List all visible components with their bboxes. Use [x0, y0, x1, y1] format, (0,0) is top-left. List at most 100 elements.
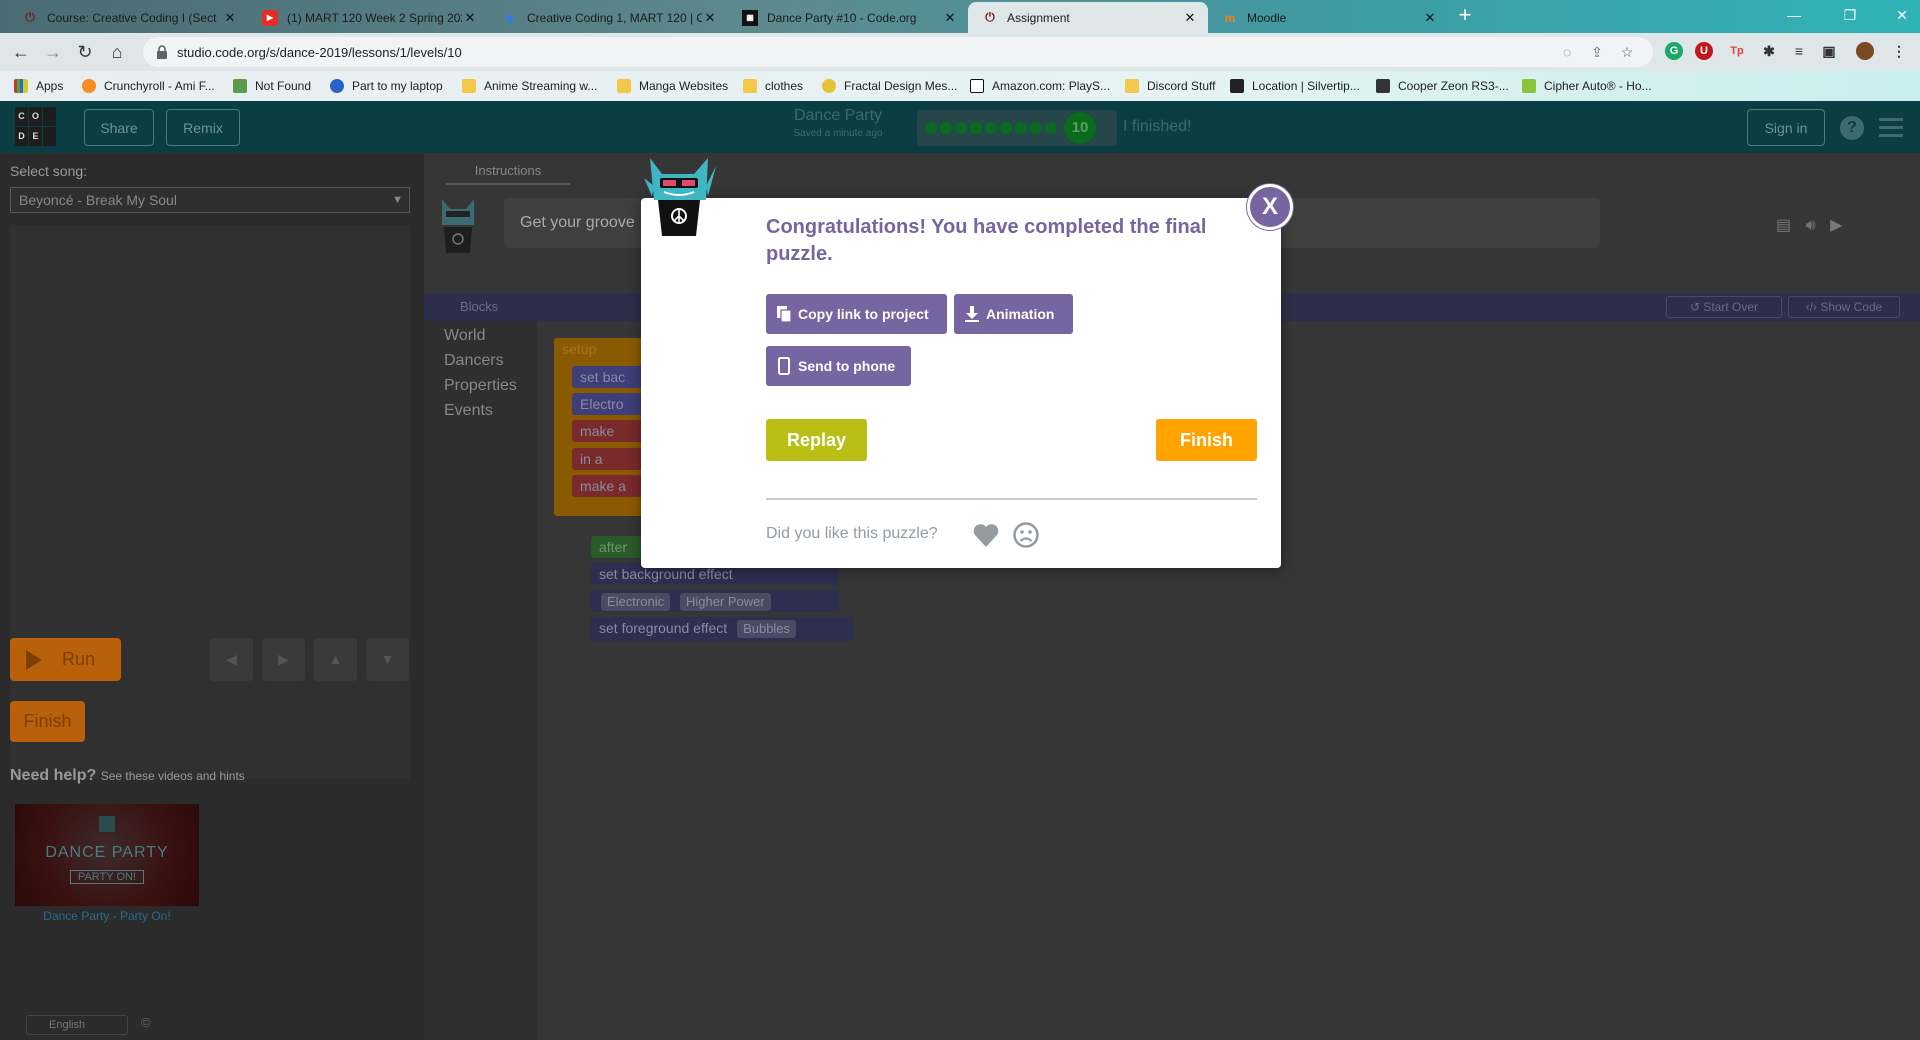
- reload-icon[interactable]: ↻: [74, 41, 96, 63]
- progress-dot[interactable]: [985, 122, 997, 134]
- bookmark-folder[interactable]: clothes: [743, 78, 803, 94]
- progress-dot[interactable]: [1000, 122, 1012, 134]
- category-world[interactable]: World: [444, 327, 486, 345]
- current-level-badge[interactable]: 10: [1064, 112, 1096, 144]
- help-icon[interactable]: ?: [1840, 116, 1864, 140]
- bookmark-item[interactable]: Amazon.com: PlayS...: [970, 78, 1110, 94]
- amazon-icon: [970, 79, 984, 93]
- bookmark-item[interactable]: Crunchyroll - Ami F...: [82, 78, 215, 94]
- effect-dropdown[interactable]: Higher Power: [679, 593, 771, 611]
- back-icon[interactable]: ←: [10, 41, 32, 63]
- url-field[interactable]: studio.code.org/s/dance-2019/lessons/1/l…: [143, 37, 1653, 67]
- bookmark-item[interactable]: Cooper Zeon RS3-...: [1376, 78, 1509, 94]
- progress-dot[interactable]: [955, 122, 967, 134]
- send-to-phone-button[interactable]: Send to phone: [766, 346, 911, 386]
- volume-icon[interactable]: 🔊︎: [1806, 217, 1816, 234]
- bookmark-apps[interactable]: Apps: [14, 78, 63, 94]
- bookmark-item[interactable]: Location | Silvertip...: [1230, 78, 1360, 94]
- progress-dot[interactable]: [1045, 122, 1057, 134]
- help-video-caption[interactable]: Dance Party - Party On!: [15, 909, 199, 923]
- bookmark-item[interactable]: Fractal Design Mes...: [822, 78, 957, 94]
- show-code-button[interactable]: ‹/› Show Code: [1788, 296, 1900, 318]
- bookmark-folder[interactable]: Anime Streaming w...: [462, 78, 597, 94]
- progress-dot[interactable]: [1015, 122, 1027, 134]
- new-tab-button[interactable]: +: [1455, 4, 1475, 26]
- foreground-dropdown[interactable]: Bubbles: [737, 620, 797, 638]
- adblock-icon[interactable]: U: [1695, 42, 1713, 60]
- tab-instructions[interactable]: Instructions: [446, 163, 570, 185]
- more-menu-icon[interactable]: ⋮: [1890, 42, 1908, 60]
- extension-tp-icon[interactable]: Tp: [1728, 42, 1746, 60]
- progress-dot[interactable]: [940, 122, 952, 134]
- frown-face-icon[interactable]: [1012, 521, 1040, 549]
- bookmark-folder[interactable]: Manga Websites: [617, 78, 728, 94]
- category-dancers[interactable]: Dancers: [444, 352, 504, 370]
- avatar[interactable]: [1856, 42, 1874, 60]
- play-icon[interactable]: ▶: [1830, 217, 1842, 234]
- code-icon: ‹/›: [1805, 300, 1821, 314]
- browser-tab[interactable]: ▶ (1) MART 120 Week 2 Spring 202 ✕: [248, 2, 488, 33]
- side-panel-icon[interactable]: ▣: [1820, 42, 1838, 60]
- run-button[interactable]: Run: [10, 638, 121, 681]
- restore-icon[interactable]: ❐: [1832, 4, 1868, 26]
- replay-button[interactable]: Replay: [766, 419, 867, 461]
- browser-tab[interactable]: ◆ Creative Coding 1, MART 120 | C ✕: [488, 2, 728, 33]
- set-foreground-effect-block[interactable]: set foreground effect Bubbles: [591, 617, 853, 641]
- reading-list-icon[interactable]: ≡: [1790, 42, 1808, 60]
- hamburger-menu-icon[interactable]: [1879, 118, 1903, 138]
- finish-button-left[interactable]: Finish: [10, 701, 85, 742]
- language-select[interactable]: English: [26, 1015, 128, 1035]
- palette-dropdown[interactable]: Electronic: [601, 593, 671, 611]
- heart-icon[interactable]: [972, 522, 1000, 548]
- right-arrow-button[interactable]: ▶: [262, 638, 305, 681]
- close-tab-icon[interactable]: ✕: [222, 10, 238, 26]
- forward-icon[interactable]: →: [42, 41, 64, 63]
- minimize-icon[interactable]: —: [1776, 4, 1812, 26]
- close-window-icon[interactable]: ✕: [1884, 4, 1920, 26]
- progress-dot[interactable]: [1030, 122, 1042, 134]
- animation-download-button[interactable]: Animation: [954, 294, 1073, 334]
- bookmark-item[interactable]: Cipher Auto® - Ho...: [1522, 78, 1652, 94]
- close-tab-icon[interactable]: ✕: [462, 10, 478, 26]
- extensions-puzzle-icon[interactable]: ✱: [1760, 42, 1778, 60]
- progress-dot[interactable]: [970, 122, 982, 134]
- eye-off-icon[interactable]: ◌: [1558, 44, 1576, 60]
- dancebot-mascot-icon: [644, 158, 716, 236]
- category-events[interactable]: Events: [444, 402, 493, 420]
- close-tab-icon[interactable]: ✕: [1422, 10, 1438, 26]
- star-icon[interactable]: ☆: [1618, 44, 1636, 60]
- down-arrow-button[interactable]: ▼: [366, 638, 409, 681]
- bookmark-label: Cooper Zeon RS3-...: [1398, 79, 1509, 93]
- close-dialog-button[interactable]: X: [1247, 184, 1293, 230]
- browser-tab[interactable]: ▦ Dance Party #10 - Code.org ✕: [728, 2, 968, 33]
- close-tab-icon[interactable]: ✕: [702, 10, 718, 26]
- finish-button[interactable]: Finish: [1156, 419, 1257, 461]
- grammarly-icon[interactable]: G: [1665, 42, 1683, 60]
- start-over-button[interactable]: ↺ Start Over: [1666, 296, 1782, 318]
- logo-letter: E: [29, 127, 42, 146]
- share-icon[interactable]: ⇪: [1588, 44, 1606, 60]
- codeorg-logo[interactable]: C O D E: [15, 107, 57, 147]
- browser-tab[interactable]: ⏻ Course: Creative Coding I (Sect ✕: [8, 2, 248, 33]
- close-tab-icon[interactable]: ✕: [942, 10, 958, 26]
- close-tab-icon[interactable]: ✕: [1182, 10, 1198, 26]
- song-select[interactable]: Beyoncé - Break My Soul ▼: [10, 187, 410, 213]
- bookmark-item[interactable]: Part to my laptop: [330, 78, 443, 94]
- help-video-thumbnail[interactable]: DANCE PARTY PARTY ON!: [15, 804, 199, 906]
- up-arrow-button[interactable]: ▲: [314, 638, 357, 681]
- copyright-icon[interactable]: ©: [141, 1015, 151, 1030]
- category-properties[interactable]: Properties: [444, 377, 517, 395]
- share-button[interactable]: Share: [84, 109, 154, 146]
- folder-icon: [743, 79, 757, 93]
- bookmark-item[interactable]: Not Found: [233, 78, 311, 94]
- progress-dot[interactable]: [925, 122, 937, 134]
- left-arrow-button[interactable]: ◀: [210, 638, 253, 681]
- browser-tab-active[interactable]: ⏻ Assignment ✕: [968, 2, 1208, 33]
- home-icon[interactable]: ⌂: [106, 41, 128, 63]
- remix-button[interactable]: Remix: [166, 109, 240, 146]
- browser-tab[interactable]: m Moodle ✕: [1208, 2, 1448, 33]
- copy-link-button[interactable]: Copy link to project: [766, 294, 947, 334]
- text-to-speech-icon[interactable]: ▤: [1776, 217, 1791, 234]
- bookmark-folder[interactable]: Discord Stuff: [1125, 78, 1215, 94]
- sign-in-button[interactable]: Sign in: [1747, 109, 1825, 146]
